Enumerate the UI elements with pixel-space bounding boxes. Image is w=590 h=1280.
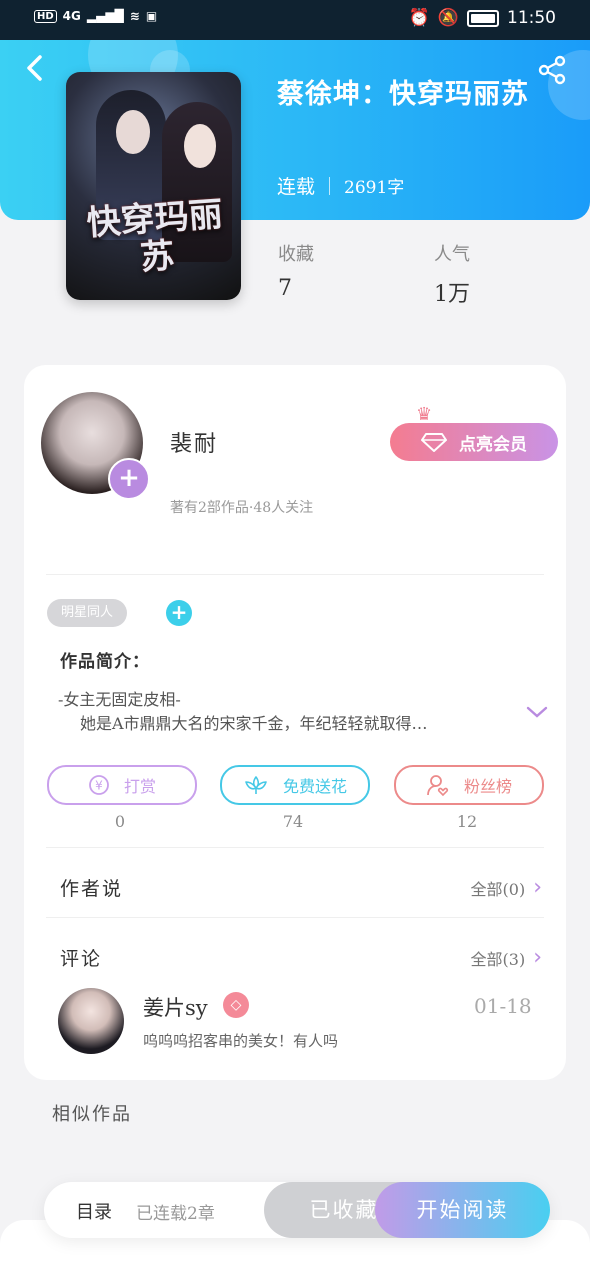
chevron-right-icon: › [533, 945, 542, 970]
vip-button[interactable]: 点亮会员 [390, 423, 558, 461]
signal-icon: ▂▄▆█ [86, 9, 124, 23]
chevron-down-icon[interactable] [526, 700, 548, 725]
author-name[interactable]: 裴耐 [170, 426, 218, 458]
commenter-name[interactable]: 姜片sy [143, 992, 208, 1022]
popularity-label: 人气 [434, 244, 470, 265]
cover-title: 快穿玛丽苏 [85, 194, 224, 279]
send-flower-label: 免费送花 [282, 777, 347, 796]
add-tag-button[interactable]: + [166, 600, 192, 626]
commenter-avatar[interactable] [58, 988, 124, 1054]
vip-button-label: 点亮会员 [459, 434, 527, 455]
chapter-count: 已连载2章 [136, 1204, 215, 1224]
book-title: 蔡徐坤：快穿玛丽苏 [277, 79, 529, 110]
battery-icon [467, 9, 499, 27]
fan-ranking-label: 粉丝榜 [463, 777, 512, 796]
author-says-all-link[interactable]: 全部(0) › [471, 875, 542, 900]
comments-all-label: 全部(3) [470, 949, 526, 969]
chevron-left-icon [27, 55, 42, 81]
similar-works-title: 相似作品 [52, 1104, 132, 1125]
intro-line-2: 她是A市鼎鼎大名的宋家千金，年纪轻轻就取得… [80, 714, 428, 733]
popularity-value: 1万 [434, 282, 470, 307]
book-status: 连载 [277, 176, 316, 198]
reward-label: 打赏 [123, 777, 156, 796]
book-cover[interactable]: 快穿玛丽苏 [66, 72, 241, 300]
status-bar: HD 4G ▂▄▆█ ≋ ▣ ⏰ 🔕 11:50 [0, 0, 590, 40]
follow-author-button[interactable]: + [108, 458, 150, 500]
book-meta: 连载 2691字 [277, 172, 404, 199]
fan-user-icon [427, 775, 449, 797]
author-meta: 著有2部作品·48人关注 [170, 500, 314, 516]
favorites-value: 7 [278, 276, 292, 301]
wifi-icon: ≋ [129, 9, 140, 23]
comments-all-link[interactable]: 全部(3) › [471, 945, 542, 970]
divider [46, 847, 544, 848]
author-says-all-label: 全部(0) [470, 879, 526, 899]
vip-badge-icon: ◇ [223, 992, 249, 1018]
yen-coin-icon: ¥ [89, 775, 109, 795]
network-type: 4G [62, 9, 81, 23]
flower-count: 74 [282, 812, 304, 831]
divider [46, 917, 544, 918]
start-reading-button[interactable]: 开始阅读 [375, 1182, 550, 1238]
nfc-icon: ▣ [145, 9, 158, 23]
divider [46, 574, 544, 575]
svg-text:¥: ¥ [95, 779, 103, 793]
hd-indicator: HD [34, 9, 57, 23]
comment-text[interactable]: 呜呜呜招客串的美女！有人吗 [143, 1030, 338, 1051]
back-button[interactable] [20, 52, 50, 84]
comments-title: 评论 [60, 948, 103, 970]
crown-icon: ♛ [416, 404, 433, 425]
table-of-contents-button[interactable]: 目录 [76, 1198, 112, 1224]
word-count: 2691字 [344, 178, 405, 198]
intro-line-1: -女主无固定皮相- [58, 690, 181, 709]
flower-icon [245, 776, 267, 794]
clock: 11:50 [507, 8, 556, 28]
reward-count: 0 [114, 812, 126, 831]
chevron-right-icon: › [533, 875, 542, 900]
reward-button[interactable]: ¥ 打赏 [47, 765, 197, 805]
fan-count: 12 [456, 812, 478, 831]
intro-title: 作品简介： [60, 652, 150, 672]
send-flower-button[interactable]: 免费送花 [220, 765, 370, 805]
fan-ranking-button[interactable]: 粉丝榜 [394, 765, 544, 805]
comment-date: 01-18 [474, 994, 532, 1018]
diamond-icon [421, 433, 447, 452]
mute-icon: 🔕 [437, 8, 459, 28]
alarm-icon: ⏰ [408, 8, 430, 28]
favorites-label: 收藏 [278, 244, 314, 265]
author-says-title: 作者说 [60, 878, 124, 900]
genre-tag[interactable]: 明星同人 [47, 599, 128, 627]
